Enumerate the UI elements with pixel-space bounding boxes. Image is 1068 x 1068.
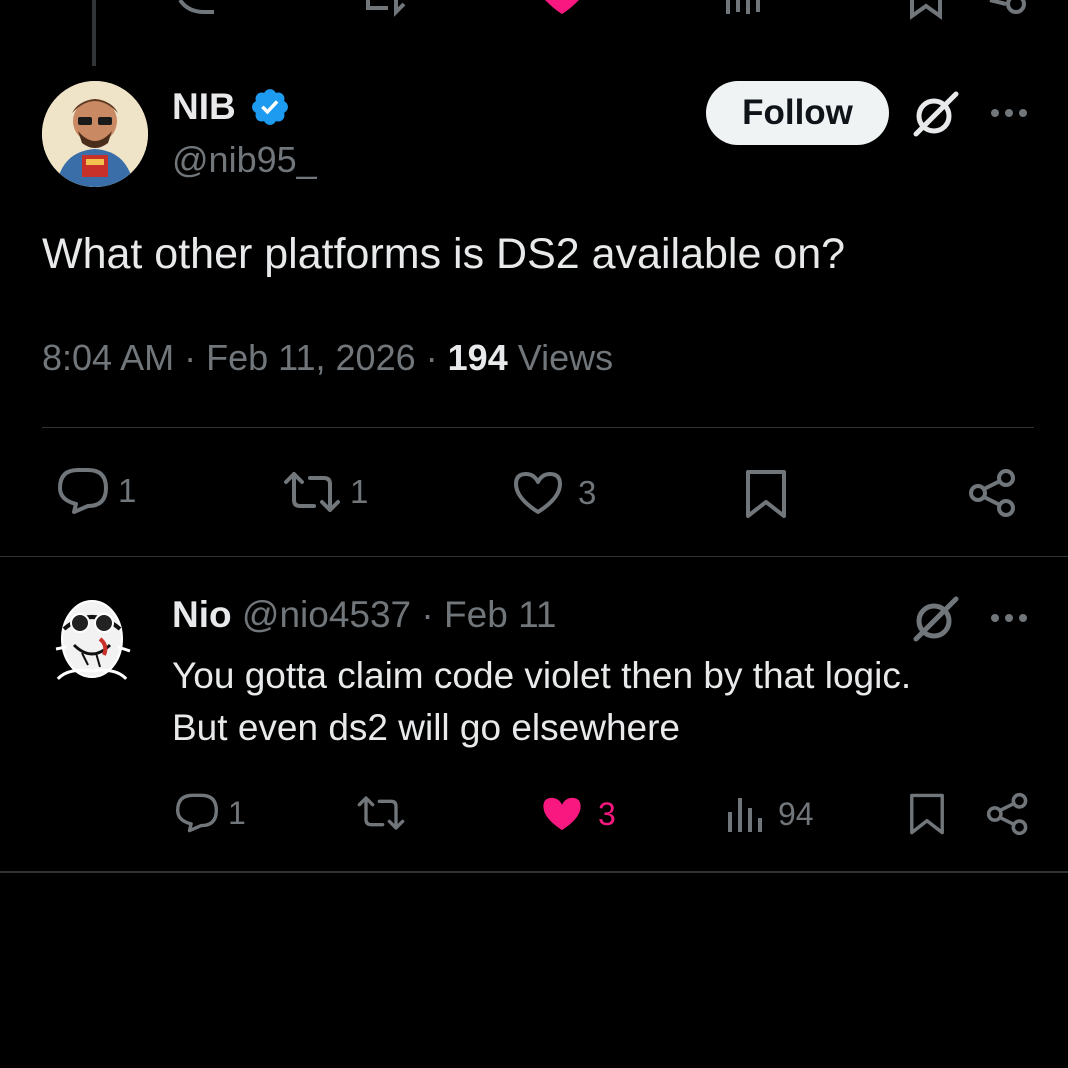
- like-count: 3: [578, 474, 597, 511]
- like-count: 3: [598, 795, 616, 832]
- like-icon: [512, 470, 564, 516]
- repost-icon: [356, 794, 406, 832]
- author-avatar[interactable]: [42, 81, 148, 187]
- like-action[interactable]: 3: [512, 470, 596, 516]
- meta-separator: ·: [184, 337, 197, 378]
- reply-icon: [174, 792, 220, 834]
- reply-action[interactable]: 1: [56, 466, 136, 516]
- share-icon[interactable]: [986, 792, 1030, 836]
- share-icon: [1006, 0, 1026, 14]
- reply-date[interactable]: Feb 11: [444, 594, 556, 635]
- reply-handle[interactable]: @nio4537: [242, 594, 411, 635]
- post-text: What other platforms is DS2 available on…: [42, 230, 846, 278]
- more-icon[interactable]: [988, 605, 1030, 631]
- meta-separator: ·: [425, 337, 438, 378]
- divider: [42, 427, 1034, 428]
- meta-separator: ·: [421, 594, 434, 635]
- reply-text: You gotta claim code violet then by that…: [172, 650, 911, 754]
- repost-count: 1: [350, 473, 369, 510]
- author-display-name[interactable]: NIB: [172, 86, 236, 128]
- reply-icon: [56, 466, 110, 516]
- repost-icon: [366, 0, 406, 17]
- like-action[interactable]: 3: [540, 794, 616, 834]
- post-meta: 8:04 AM · Feb 11, 2026 · 194 Views: [42, 337, 613, 379]
- reply-count: 1: [118, 472, 137, 509]
- reply-header: Nio @nio4537 · Feb 11: [172, 594, 556, 636]
- post-date[interactable]: Feb 11, 2026: [206, 337, 416, 378]
- bookmark-icon: [910, 0, 942, 20]
- reply-action[interactable]: 1: [174, 792, 246, 834]
- grok-icon[interactable]: [910, 88, 962, 140]
- reply-display-name[interactable]: Nio: [172, 594, 232, 635]
- follow-button[interactable]: Follow: [706, 81, 889, 145]
- reply-text-line: But even ds2 will go elsewhere: [172, 707, 681, 748]
- previous-post-action-bar: [0, 0, 1068, 22]
- repost-action[interactable]: 1: [282, 470, 368, 514]
- view-count: 94: [778, 795, 814, 832]
- repost-icon: [282, 470, 342, 514]
- bookmark-icon[interactable]: [908, 792, 946, 836]
- verified-badge-icon: [249, 86, 291, 128]
- grok-icon[interactable]: [910, 593, 962, 645]
- repost-action[interactable]: [356, 794, 406, 832]
- views-icon: [724, 794, 764, 834]
- views-label: Views: [517, 337, 614, 378]
- reply-author-avatar[interactable]: [42, 589, 142, 693]
- views-count: 194: [447, 337, 508, 378]
- divider: [0, 871, 1068, 873]
- reply-icon: [178, 0, 214, 14]
- share-icon[interactable]: [968, 468, 1018, 518]
- reply-text-line: You gotta claim code violet then by that…: [172, 655, 912, 696]
- views-action[interactable]: 94: [724, 794, 814, 834]
- post-time[interactable]: 8:04 AM: [42, 337, 174, 378]
- like-icon: [545, 0, 579, 14]
- reply-count: 1: [228, 794, 246, 831]
- bookmark-icon[interactable]: [744, 468, 788, 520]
- more-icon[interactable]: [988, 100, 1030, 126]
- divider: [0, 556, 1068, 557]
- author-handle[interactable]: @nib95_: [172, 139, 317, 181]
- like-icon: [540, 794, 584, 834]
